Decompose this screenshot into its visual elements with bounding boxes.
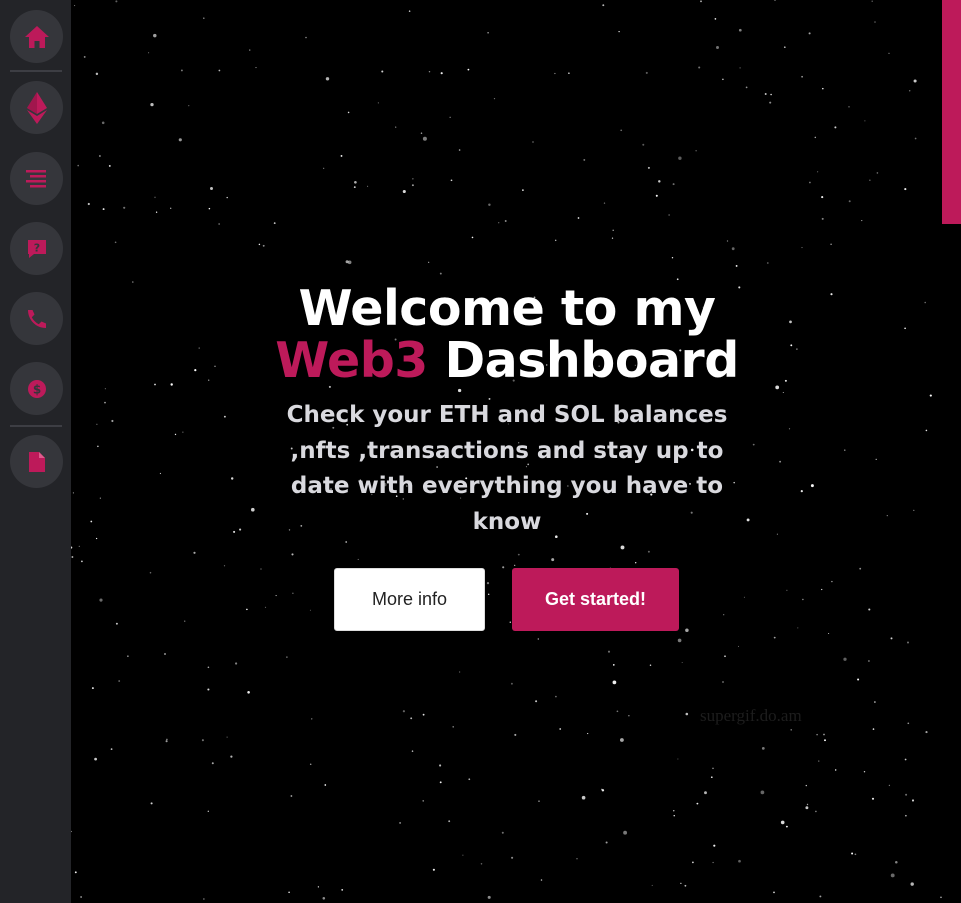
hero-subtitle: Check your ETH and SOL balances ,nfts ,t… xyxy=(286,402,728,535)
hero-title-line1: Welcome to my xyxy=(298,280,716,337)
hero-section: Welcome to my Web3 Dashboard Check your … xyxy=(0,0,961,903)
get-started-button[interactable]: Get started! xyxy=(512,568,679,631)
scrollbar-thumb[interactable] xyxy=(942,0,961,224)
more-info-button[interactable]: More info xyxy=(334,568,485,631)
hero-title-rest: Dashboard xyxy=(427,332,739,389)
hero-title-line2: Web3 Dashboard xyxy=(200,335,814,387)
watermark-text: supergif.do.am xyxy=(700,706,802,725)
hero-title-accent: Web3 xyxy=(275,332,428,389)
